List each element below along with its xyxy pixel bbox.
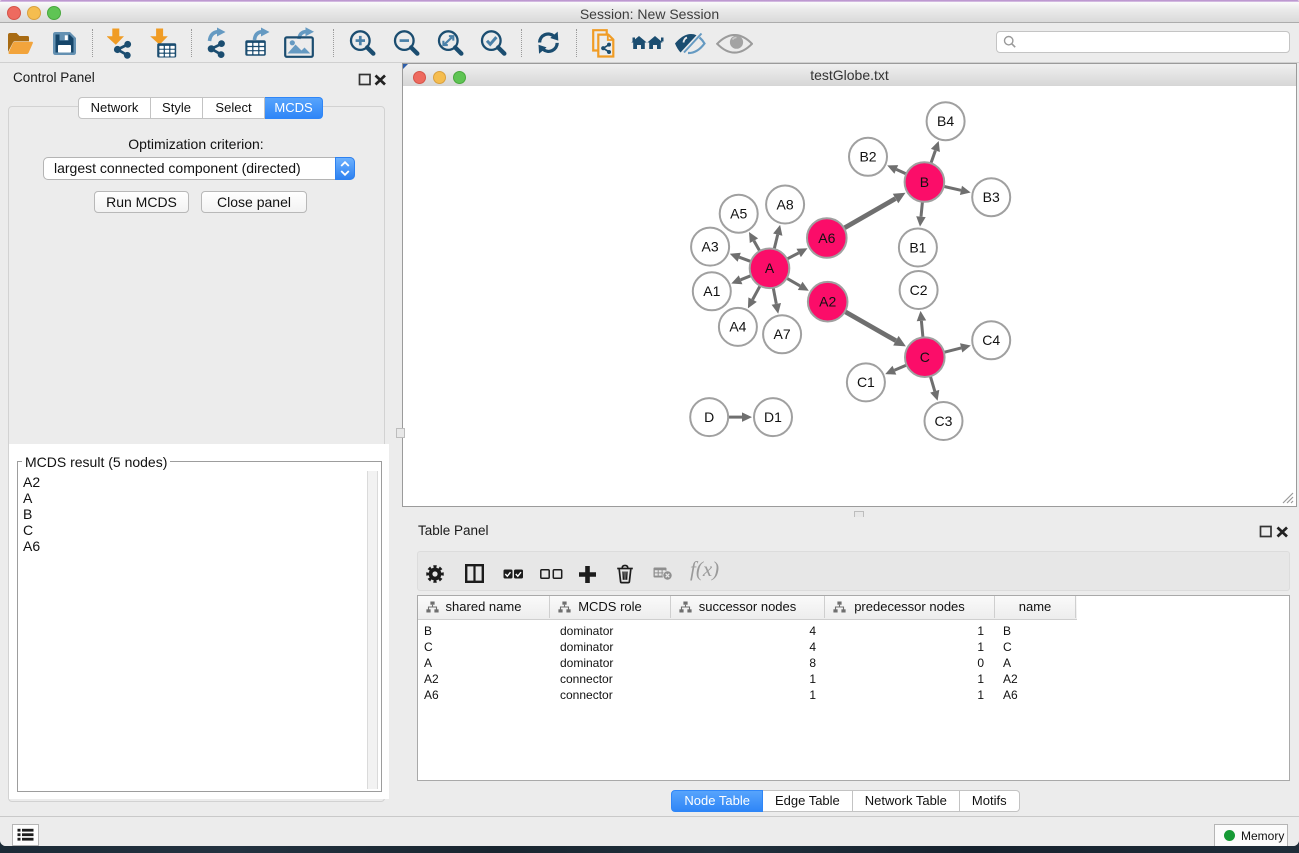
svg-text:A6: A6 bbox=[818, 230, 835, 246]
svg-text:B: B bbox=[920, 174, 929, 190]
svg-text:B1: B1 bbox=[909, 239, 926, 255]
svg-text:B4: B4 bbox=[937, 113, 954, 129]
svg-text:C: C bbox=[920, 349, 930, 365]
svg-text:B3: B3 bbox=[983, 189, 1000, 205]
svg-text:C3: C3 bbox=[935, 413, 953, 429]
svg-text:C1: C1 bbox=[857, 374, 875, 390]
svg-text:A: A bbox=[765, 260, 775, 276]
svg-text:A4: A4 bbox=[729, 319, 746, 335]
svg-text:A3: A3 bbox=[702, 238, 719, 254]
svg-text:C4: C4 bbox=[982, 332, 1000, 348]
svg-text:A5: A5 bbox=[730, 206, 747, 222]
svg-text:A7: A7 bbox=[774, 326, 791, 342]
svg-text:D1: D1 bbox=[764, 409, 782, 425]
svg-text:C2: C2 bbox=[910, 282, 928, 298]
svg-text:A8: A8 bbox=[777, 196, 794, 212]
svg-text:A2: A2 bbox=[819, 294, 836, 310]
svg-text:B2: B2 bbox=[859, 149, 876, 165]
svg-text:D: D bbox=[704, 409, 714, 425]
svg-text:A1: A1 bbox=[703, 283, 720, 299]
